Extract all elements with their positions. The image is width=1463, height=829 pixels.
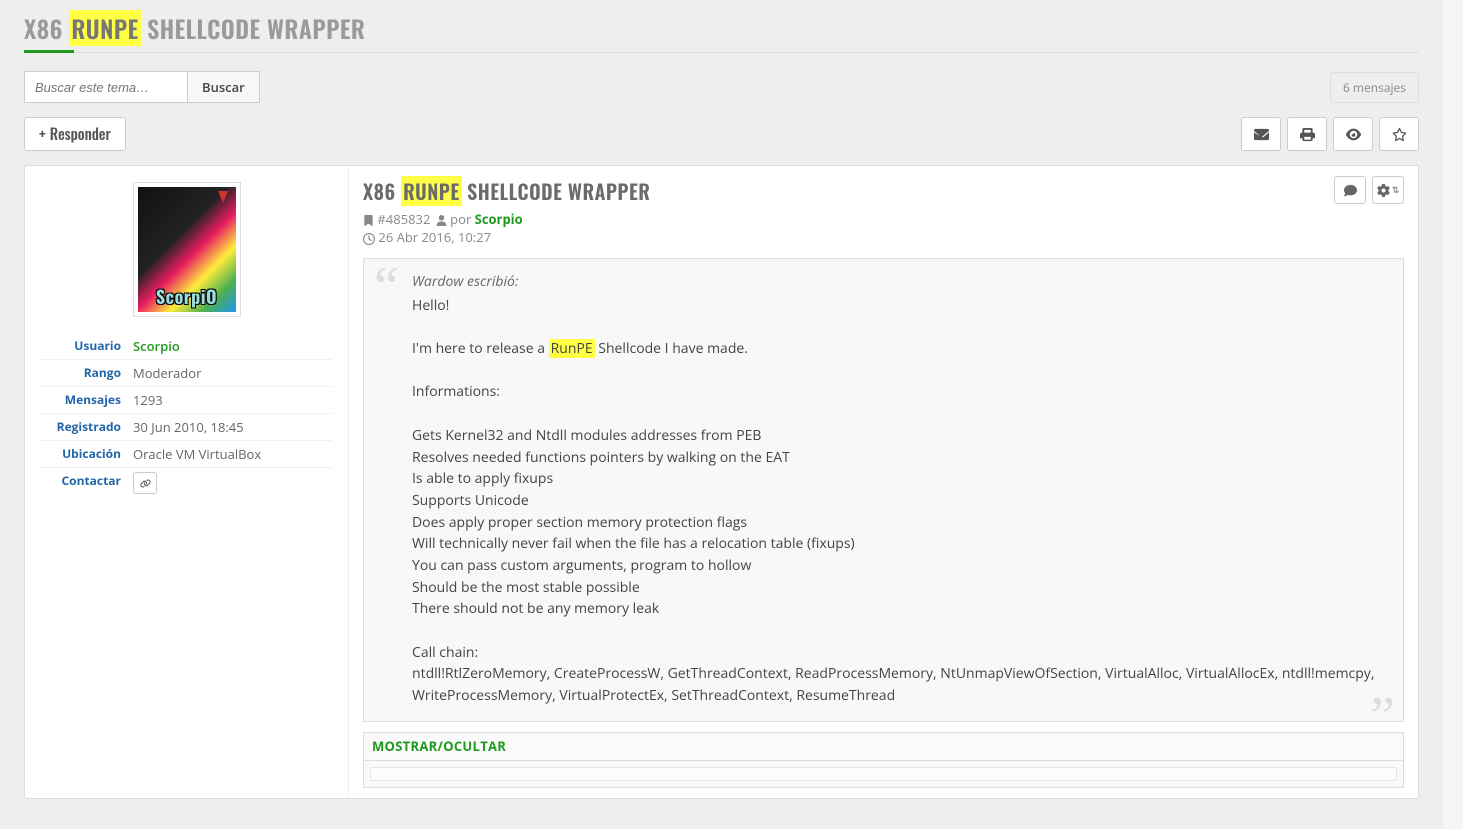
profile-row-joined: Registrado 30 Jun 2010, 18:45 [41,414,332,441]
value-rank: Moderador [133,364,201,382]
quote-button[interactable] [1334,176,1366,204]
contact-link-button[interactable] [133,472,157,494]
ribbon-icon [218,191,228,203]
quote-citation: Wardow escribió: [412,271,1383,293]
value-joined: 30 Jun 2010, 18:45 [133,418,244,436]
post-tools-button[interactable]: ⇅ [1372,176,1404,204]
label-contact: Contactar [41,472,133,494]
profile-row-user: Usuario Scorpio [41,333,332,360]
profile-row-location: Ubicación Oracle VM VirtualBox [41,441,332,468]
subscribe-button[interactable] [1333,117,1373,151]
post-author-link[interactable]: Scorpio [475,210,523,228]
post-body: X86 RUNPE Shellcode Wrapper #485832 por … [349,166,1418,798]
reply-button[interactable]: + Responder [24,117,126,151]
profile-row-posts: Mensajes 1293 [41,387,332,414]
envelope-icon [1254,127,1269,142]
post-card: ScorpiO Usuario Scorpio Rango Moderador … [24,165,1419,799]
spoiler-toggle[interactable]: MOSTRAR/OCULTAR [372,737,506,755]
star-icon [1392,127,1407,142]
email-button[interactable] [1241,117,1281,151]
sort-icon: ⇅ [1392,185,1400,196]
comment-icon [1344,184,1357,197]
clock-icon [363,233,375,245]
plus-icon: + [39,123,46,145]
value-location: Oracle VM VirtualBox [133,445,261,463]
label-location: Ubicación [41,445,133,463]
bookmark-button[interactable] [1379,117,1419,151]
message-count: 6 mensajes [1330,72,1419,103]
post-title[interactable]: X86 RUNPE Shellcode Wrapper [363,176,650,206]
post-date: 26 Abr 2016, 10:27 [378,228,491,246]
eye-icon [1346,127,1361,142]
print-button[interactable] [1287,117,1327,151]
profile-row-contact: Contactar [41,468,332,498]
label-joined: Registrado [41,418,133,436]
search-input[interactable] [24,71,188,103]
print-icon [1300,127,1315,142]
quote-block: Wardow escribió: Hello! I'm here to rele… [363,258,1404,722]
author-link[interactable]: Scorpio [133,337,180,355]
search-button[interactable]: Buscar [188,71,260,103]
spoiler-block: MOSTRAR/OCULTAR [363,732,1404,788]
author-sidebar: ScorpiO Usuario Scorpio Rango Moderador … [25,166,349,798]
label-rank: Rango [41,364,133,382]
spoiler-body [370,767,1397,781]
gear-icon [1377,184,1390,197]
link-icon [140,478,151,489]
page-title: X86 RUNPE SHELLCODE WRAPPER [24,10,365,52]
user-icon [436,215,447,226]
label-posts: Mensajes [41,391,133,409]
label-user: Usuario [41,337,133,355]
post-id[interactable]: #485832 [377,210,430,228]
profile-row-rank: Rango Moderador [41,360,332,387]
search-group: Buscar [24,71,260,103]
value-posts: 1293 [133,391,163,409]
post-meta: #485832 por Scorpio 26 Abr 2016, 10:27 [363,210,650,246]
avatar[interactable]: ScorpiO [133,182,241,317]
bookmark-icon [363,215,374,226]
